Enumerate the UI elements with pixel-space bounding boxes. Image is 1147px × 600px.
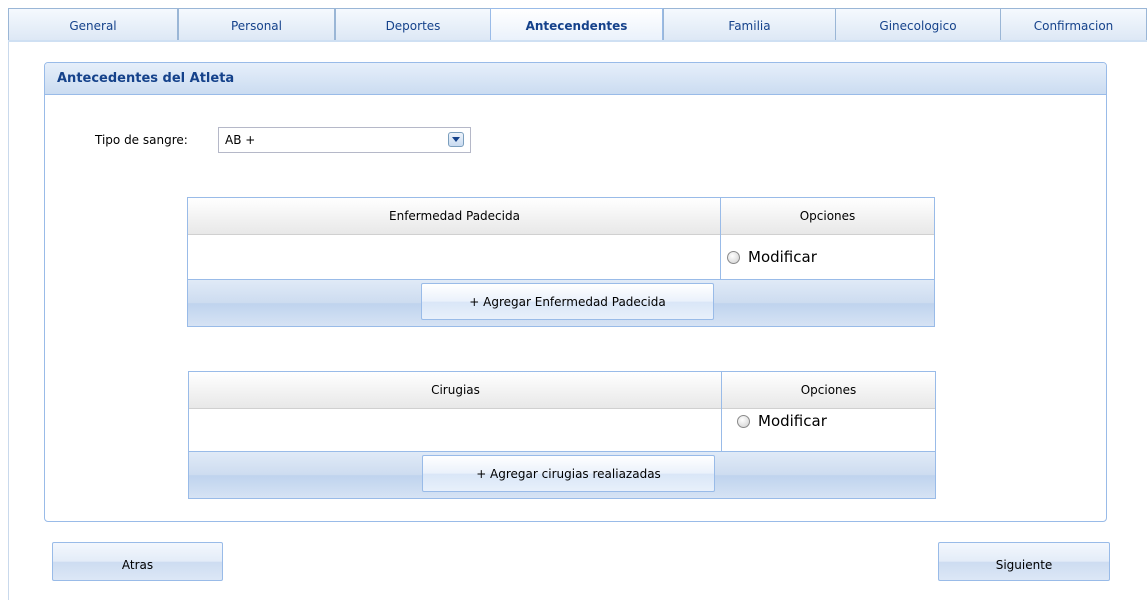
modificar-label: Modificar: [748, 248, 817, 266]
tab-general[interactable]: General: [8, 8, 178, 40]
column-divider: [721, 372, 722, 452]
cirugias-grid: Cirugias Opciones Modificar + Agregar ci…: [188, 371, 936, 499]
modificar-label: Modificar: [758, 412, 827, 430]
content-left-border: [8, 42, 9, 600]
column-divider: [720, 198, 721, 280]
antecedentes-panel: Antecedentes del Atleta Tipo de sangre: …: [44, 62, 1107, 522]
add-enfermedad-button[interactable]: + Agregar Enfermedad Padecida: [421, 283, 714, 320]
modificar-option[interactable]: Modificar: [727, 248, 817, 266]
column-header-opciones: Opciones: [720, 198, 934, 235]
column-header-cirugias: Cirugias: [189, 372, 722, 409]
column-header-enfermedad: Enfermedad Padecida: [188, 198, 721, 235]
next-button[interactable]: Siguiente: [938, 542, 1110, 581]
chevron-down-icon[interactable]: [448, 132, 464, 147]
modificar-option[interactable]: Modificar: [737, 412, 827, 430]
blood-type-select[interactable]: AB +: [218, 127, 471, 153]
tab-confirmacion[interactable]: Confirmacion: [1000, 8, 1147, 40]
radio-button[interactable]: [727, 250, 740, 264]
add-cirugias-button[interactable]: + Agregar cirugias realiazadas: [422, 455, 715, 492]
tab-personal[interactable]: Personal: [178, 8, 335, 40]
grid-toolbar: + Agregar cirugias realiazadas: [189, 451, 935, 498]
tab-familia[interactable]: Familia: [663, 8, 836, 40]
blood-type-value: AB +: [225, 133, 256, 147]
panel-title: Antecedentes del Atleta: [45, 63, 1106, 95]
tab-antecedentes[interactable]: Antecendentes: [490, 8, 663, 42]
column-header-opciones: Opciones: [721, 372, 935, 409]
tab-bar: General Personal Deportes Antecendentes …: [8, 8, 1147, 42]
grid-toolbar: + Agregar Enfermedad Padecida: [188, 279, 934, 326]
enfermedad-grid: Enfermedad Padecida Opciones Modificar +…: [187, 197, 935, 327]
tab-strip-divider: [8, 40, 1147, 42]
back-button[interactable]: Atras: [52, 542, 223, 581]
tab-deportes[interactable]: Deportes: [335, 8, 491, 40]
tab-ginecologico[interactable]: Ginecologico: [835, 8, 1001, 40]
radio-button[interactable]: [737, 414, 750, 428]
blood-type-label: Tipo de sangre:: [95, 133, 188, 147]
